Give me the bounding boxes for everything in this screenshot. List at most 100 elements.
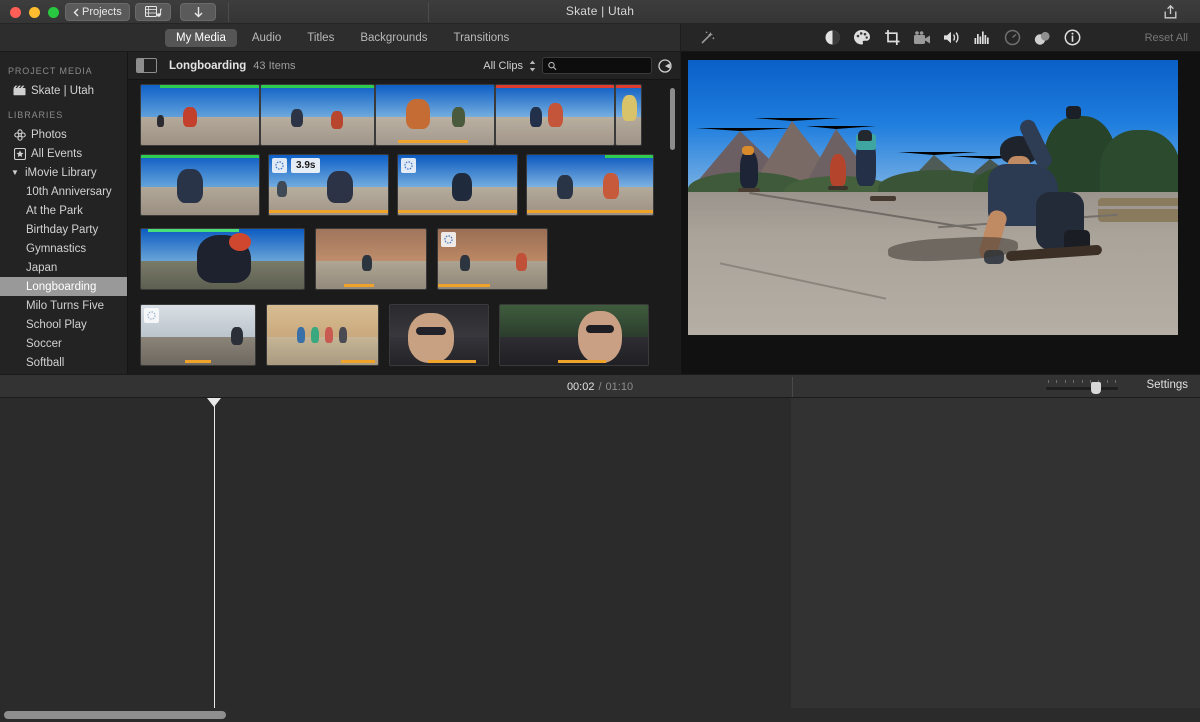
favorite-marker (159, 85, 259, 88)
sidebar-item-label: Softball (26, 356, 65, 369)
sidebar-header-project-media: PROJECT MEDIA (8, 66, 93, 76)
sidebar-item-gymnastics[interactable]: Gymnastics (0, 239, 127, 258)
sidebar-item-skate-utah[interactable]: Skate | Utah (0, 81, 127, 100)
browser-toolbar: Longboarding 43 Items All Clips (128, 52, 680, 80)
browser-settings-icon[interactable] (658, 58, 672, 73)
photos-flower-icon (13, 128, 26, 141)
sidebar-item-birthday-party[interactable]: Birthday Party (0, 220, 127, 239)
filters-drops-icon[interactable] (1027, 24, 1057, 52)
timeline-zoom-slider[interactable] (1046, 380, 1118, 394)
tab-backgrounds[interactable]: Backgrounds (349, 29, 438, 47)
sidebar-item-label: All Events (31, 147, 83, 160)
timeline-toolbar-divider (792, 377, 793, 397)
timeline[interactable]: 4.0s – THE GREAT SKATE TRIP 1.8s – MOAB (0, 398, 1200, 708)
favorite-badge-icon (272, 158, 287, 173)
favorite-badge-icon (144, 308, 159, 323)
media-clip-thumbnail[interactable] (266, 304, 379, 366)
reject-marker (496, 85, 614, 88)
tab-my-media[interactable]: My Media (165, 28, 237, 47)
window-title-bar: Projects Skate | Utah (0, 0, 1200, 24)
sidebar-item-label: Photos (31, 128, 67, 141)
all-events-star-icon (13, 147, 26, 160)
sidebar-toggle-icon[interactable] (136, 58, 157, 73)
disclosure-triangle-icon[interactable]: ▼ (11, 168, 20, 177)
volume-speaker-icon[interactable] (937, 24, 967, 52)
clip-duration-badge: 3.9s (291, 158, 321, 173)
current-time: 00:02 (566, 381, 595, 393)
speed-gauge-icon[interactable] (997, 24, 1027, 52)
sidebar-item-school-play[interactable]: School Play (0, 315, 127, 334)
sidebar-item-label: School Play (26, 318, 87, 331)
favorite-badge-icon (401, 158, 416, 173)
selection-marker (398, 140, 468, 143)
media-clip-thumbnail[interactable]: 3.9s (268, 154, 389, 216)
media-clip-thumbnail[interactable] (140, 84, 260, 146)
sidebar-item-longboarding[interactable]: Longboarding (0, 277, 127, 296)
stabilization-camera-icon[interactable] (907, 24, 937, 52)
viewer-pane (681, 52, 1200, 374)
sidebar-item-milo-turns-five[interactable]: Milo Turns Five (0, 296, 127, 315)
media-clip-thumbnail[interactable] (437, 228, 548, 290)
share-icon (1164, 5, 1176, 19)
scrollbar-thumb[interactable] (4, 711, 226, 719)
clip-information-icon[interactable] (1057, 24, 1087, 52)
share-button[interactable] (1158, 3, 1182, 21)
sidebar-item-label: At the Park (26, 204, 83, 217)
favorite-marker (605, 155, 653, 158)
media-clip-thumbnail[interactable] (389, 304, 489, 366)
crop-icon[interactable] (877, 24, 907, 52)
sidebar-item-label: 10th Anniversary (26, 185, 112, 198)
sidebar-item-softball[interactable]: Softball (0, 353, 127, 372)
timeline-playhead[interactable] (207, 398, 221, 708)
sidebar-item-soccer[interactable]: Soccer (0, 334, 127, 353)
sidebar-item-photos[interactable]: Photos (0, 125, 127, 144)
sidebar-item-label: iMovie Library (25, 166, 97, 179)
zoom-slider-knob[interactable] (1091, 382, 1101, 394)
media-browser-grid[interactable]: 3.9s (128, 80, 680, 374)
tab-transitions[interactable]: Transitions (442, 29, 520, 47)
zoom-slider-track[interactable] (1046, 387, 1118, 390)
media-clip-thumbnail[interactable] (499, 304, 649, 366)
search-input[interactable] (560, 59, 646, 72)
media-clip-thumbnail[interactable] (495, 84, 615, 146)
noise-reduction-equalizer-icon[interactable] (967, 24, 997, 52)
media-clip-thumbnail[interactable] (140, 304, 256, 366)
media-clip-thumbnail[interactable] (315, 228, 427, 290)
tab-titles[interactable]: Titles (296, 29, 345, 47)
sidebar-item-all-events[interactable]: All Events (0, 144, 127, 163)
media-row-4 (140, 304, 649, 366)
media-clip-thumbnail[interactable] (375, 84, 495, 146)
media-clip-thumbnail[interactable] (140, 228, 305, 290)
media-clip-thumbnail[interactable] (397, 154, 518, 216)
clip-filter-stepper[interactable] (529, 60, 536, 72)
media-clip-thumbnail[interactable] (260, 84, 375, 146)
media-clip-thumbnail[interactable] (615, 84, 642, 146)
enhance-magic-wand-icon[interactable] (692, 24, 722, 52)
media-vertical-scrollbar[interactable] (670, 88, 675, 150)
favorite-badge-icon (441, 232, 456, 247)
item-count: 43 Items (253, 59, 296, 72)
timeline-settings-button[interactable]: Settings (1146, 379, 1188, 391)
tab-audio[interactable]: Audio (241, 29, 292, 47)
sidebar-header-libraries: LIBRARIES (8, 110, 64, 120)
search-icon (548, 61, 557, 70)
media-clip-thumbnail[interactable] (526, 154, 654, 216)
sidebar-item-label: Soccer (26, 337, 62, 350)
search-box[interactable] (542, 57, 652, 74)
viewer-video-frame[interactable] (688, 60, 1178, 335)
sidebar-item-label: Birthday Party (26, 223, 99, 236)
favorite-marker (261, 85, 374, 88)
sidebar-item-imovie-library[interactable]: ▼ iMovie Library (0, 163, 127, 182)
time-separator: / (598, 381, 602, 393)
reset-all-button[interactable]: Reset All (1145, 32, 1188, 44)
clip-filter-label[interactable]: All Clips (483, 60, 523, 72)
sidebar-item-10th-anniversary[interactable]: 10th Anniversary (0, 182, 127, 201)
color-balance-icon[interactable] (817, 24, 847, 52)
sidebar-item-japan[interactable]: Japan (0, 258, 127, 277)
timeline-horizontal-scrollbar[interactable] (0, 708, 1200, 722)
sidebar-item-at-the-park[interactable]: At the Park (0, 201, 127, 220)
media-row-2: 3.9s (140, 154, 654, 216)
color-correction-palette-icon[interactable] (847, 24, 877, 52)
reject-marker (616, 85, 641, 88)
media-clip-thumbnail[interactable] (140, 154, 260, 216)
